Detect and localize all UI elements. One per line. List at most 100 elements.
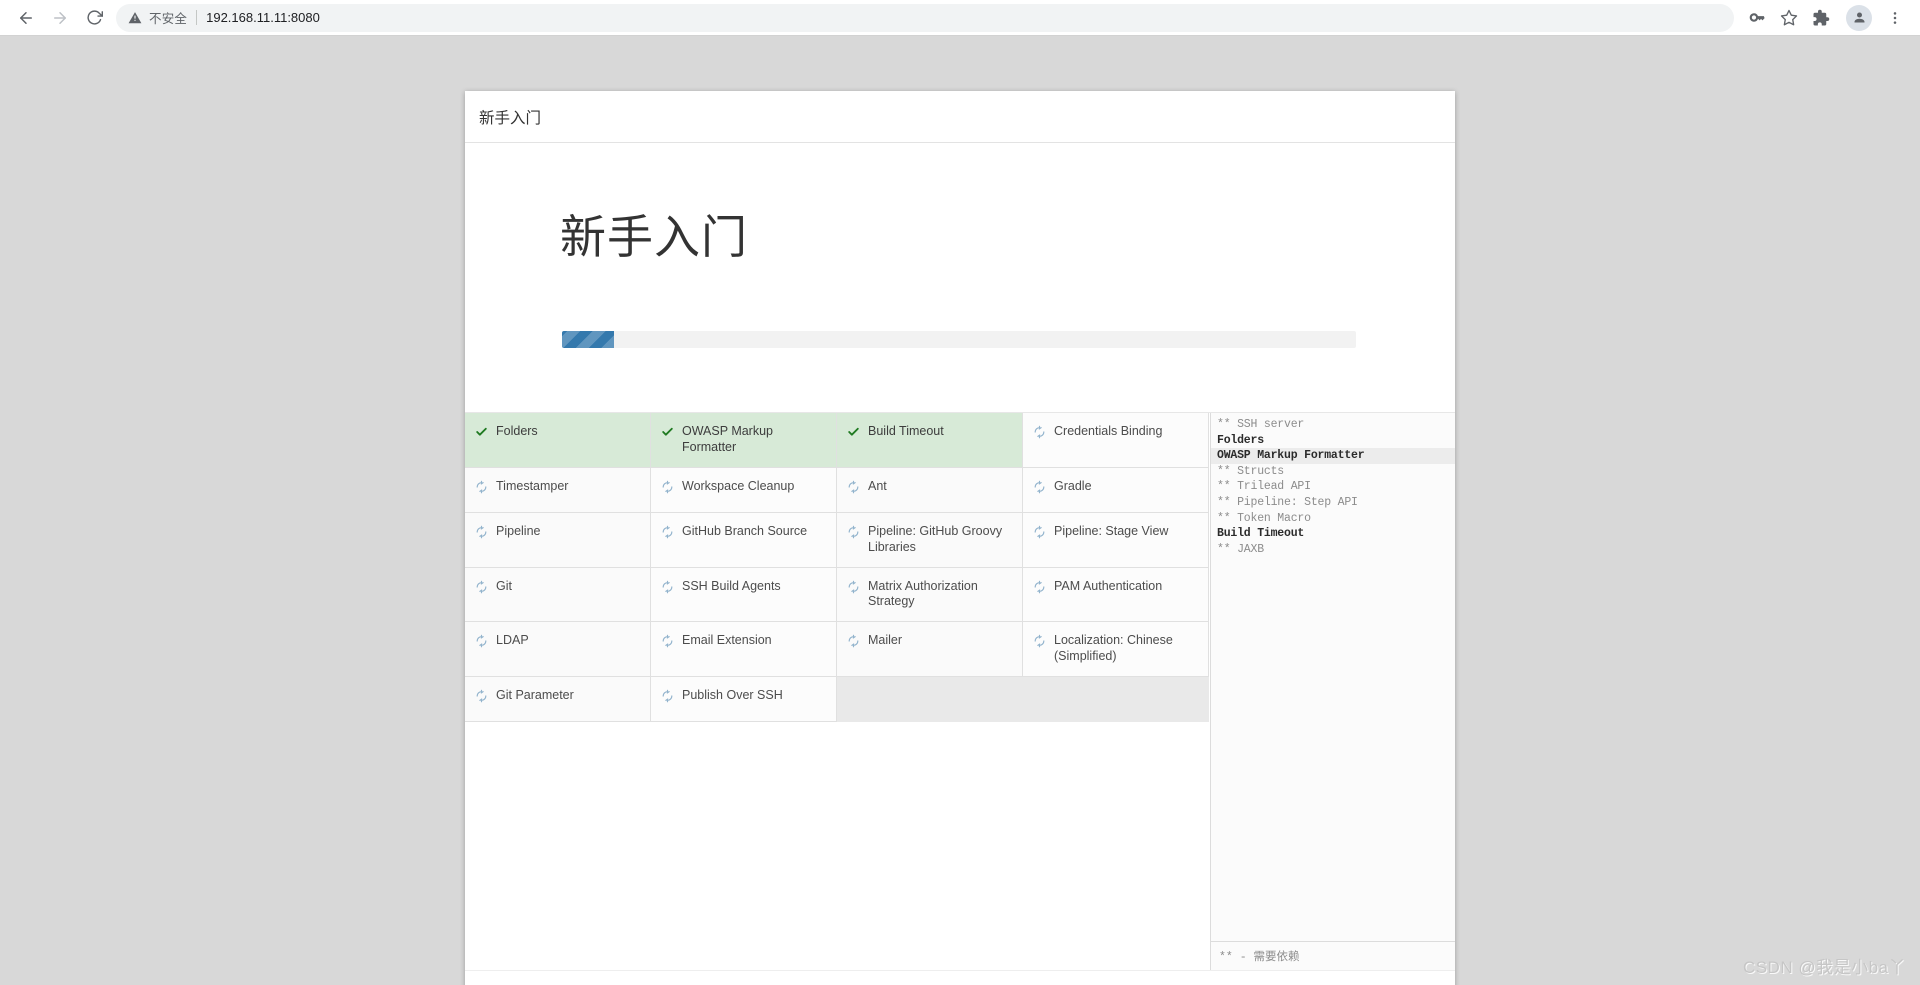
wizard-body: FoldersOWASP Markup FormatterBuild Timeo… (465, 412, 1455, 970)
back-button[interactable] (10, 2, 42, 34)
avatar-icon[interactable] (1846, 5, 1872, 31)
spinner-icon (661, 688, 674, 708)
star-icon[interactable] (1774, 3, 1804, 33)
plugin-name-label: Email Extension (682, 633, 772, 649)
spinner-icon (661, 479, 674, 499)
spinner-icon (475, 479, 488, 499)
spinner-icon (847, 479, 860, 499)
spinner-icon (847, 524, 860, 544)
plugin-cell: Pipeline: Stage View (1023, 513, 1209, 568)
page-title: 新手入门 (479, 106, 541, 128)
plugin-cell: Folders (465, 413, 651, 468)
plugin-name-label: Localization: Chinese (Simplified) (1054, 633, 1200, 665)
plugin-name-label: Folders (496, 424, 538, 440)
plugin-name-label: LDAP (496, 633, 529, 649)
plugin-name-label: Workspace Cleanup (682, 479, 794, 495)
plugin-name-label: Pipeline: GitHub Groovy Libraries (868, 524, 1014, 556)
plugin-cell: GitHub Branch Source (651, 513, 837, 568)
plugin-name-label: Pipeline (496, 524, 540, 540)
plugin-name-label: Build Timeout (868, 424, 944, 440)
plugin-cell: SSH Build Agents (651, 568, 837, 623)
plugin-name-label: GitHub Branch Source (682, 524, 807, 540)
plugin-cell: Email Extension (651, 622, 837, 677)
spinner-icon (475, 633, 488, 653)
install-log-line: Build Timeout (1211, 526, 1455, 542)
three-dot-menu-icon[interactable] (1880, 3, 1910, 33)
jenkins-setup-wizard: 新手入门 新手入门 FoldersOWASP Markup FormatterB… (465, 91, 1455, 985)
plugin-cell-empty (837, 677, 1023, 722)
install-log-line: OWASP Markup Formatter (1211, 448, 1455, 464)
not-secure-warning-icon (128, 11, 142, 25)
wizard-footer: Jenkins 2.322 (465, 970, 1455, 985)
spinner-icon (1033, 633, 1046, 653)
puzzle-icon[interactable] (1806, 3, 1836, 33)
spinner-icon (847, 579, 860, 599)
plugin-name-label: SSH Build Agents (682, 579, 781, 595)
plugin-cell: Localization: Chinese (Simplified) (1023, 622, 1209, 677)
navigation-buttons (10, 2, 110, 34)
install-log-list[interactable]: ** SSH serverFoldersOWASP Markup Formatt… (1211, 413, 1455, 941)
plugin-cell: Matrix Authorization Strategy (837, 568, 1023, 623)
install-log-line: ** Token Macro (1211, 511, 1455, 527)
plugin-cell: Git Parameter (465, 677, 651, 722)
plugin-cell: Mailer (837, 622, 1023, 677)
plugin-cell: Ant (837, 468, 1023, 513)
check-icon (661, 424, 674, 444)
spinner-icon (475, 524, 488, 544)
install-log-line: ** SSH server (1211, 417, 1455, 433)
spinner-icon (1033, 579, 1046, 599)
spinner-icon (661, 524, 674, 544)
plugin-cell: Timestamper (465, 468, 651, 513)
url-text: 192.168.11.11:8080 (206, 10, 320, 25)
install-log-legend: ** - 需要依赖 (1211, 941, 1455, 970)
wizard-hero: 新手入门 (465, 143, 1455, 412)
install-log-line: ** Pipeline: Step API (1211, 495, 1455, 511)
plugin-name-label: OWASP Markup Formatter (682, 424, 828, 456)
spinner-icon (1033, 524, 1046, 544)
plugin-name-label: Matrix Authorization Strategy (868, 579, 1014, 611)
address-bar[interactable]: 不安全 192.168.11.11:8080 (116, 4, 1734, 32)
security-status-label: 不安全 (149, 8, 187, 27)
plugin-cell: PAM Authentication (1023, 568, 1209, 623)
page-viewport: 新手入门 新手入门 FoldersOWASP Markup FormatterB… (0, 36, 1920, 985)
install-log-line: Folders (1211, 433, 1455, 449)
plugin-name-label: PAM Authentication (1054, 579, 1162, 595)
spinner-icon (1033, 479, 1046, 499)
install-log-line: ** Trilead API (1211, 479, 1455, 495)
plugin-name-label: Mailer (868, 633, 902, 649)
check-icon (847, 424, 860, 444)
plugin-install-grid: Folders OWASP Markup Formatter Build Timeo… (465, 413, 1210, 722)
forward-button[interactable] (44, 2, 76, 34)
reload-button[interactable] (78, 2, 110, 34)
spinner-icon (847, 633, 860, 653)
plugin-cell: Build Timeout (837, 413, 1023, 468)
plugin-install-grid-wrap: Folders OWASP Markup Formatter Build Timeo… (465, 413, 1210, 970)
plugin-name-label: Gradle (1054, 479, 1092, 495)
plugin-cell: Pipeline: GitHub Groovy Libraries (837, 513, 1023, 568)
hero-title: 新手入门 (560, 201, 748, 267)
plugin-cell: Gradle (1023, 468, 1209, 513)
key-icon[interactable] (1742, 3, 1772, 33)
spinner-icon (475, 688, 488, 708)
install-progress-bar (562, 331, 1356, 348)
install-progress-fill (562, 331, 614, 348)
plugin-name-label: Ant (868, 479, 887, 495)
spinner-icon (661, 633, 674, 653)
spinner-icon (475, 579, 488, 599)
plugin-name-label: Credentials Binding (1054, 424, 1162, 440)
plugin-cell: OWASP Markup Formatter (651, 413, 837, 468)
install-log-line: ** Structs (1211, 464, 1455, 480)
plugin-name-label: Git Parameter (496, 688, 574, 704)
plugin-cell-empty (1023, 677, 1209, 722)
plugin-cell: Git (465, 568, 651, 623)
plugin-cell: Publish Over SSH (651, 677, 837, 722)
install-log-line: ** JAXB (1211, 542, 1455, 558)
browser-actions (1742, 3, 1910, 33)
install-log-panel: ** SSH serverFoldersOWASP Markup Formatt… (1210, 413, 1455, 970)
plugin-name-label: Pipeline: Stage View (1054, 524, 1168, 540)
plugin-cell: Workspace Cleanup (651, 468, 837, 513)
omnibox-divider (196, 10, 197, 25)
plugin-name-label: Git (496, 579, 512, 595)
wizard-header: 新手入门 (465, 91, 1455, 143)
browser-toolbar: 不安全 192.168.11.11:8080 (0, 0, 1920, 36)
